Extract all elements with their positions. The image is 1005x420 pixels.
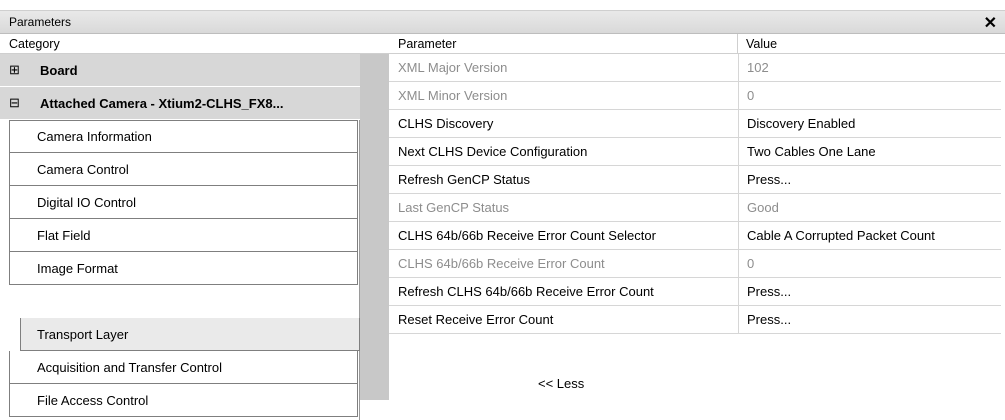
parameter-name: Reset Receive Error Count [398,312,554,327]
parameter-row[interactable]: Refresh CLHS 64b/66b Receive Error Count… [389,278,1001,306]
close-icon[interactable]: ✕ [984,13,997,33]
category-item-label: Digital IO Control [37,194,136,210]
header-divider[interactable] [737,34,738,54]
parameter-value: 0 [747,88,755,103]
category-label: Attached Camera - Xtium2-CLHS_FX8... [40,95,284,111]
parameter-row[interactable]: CLHS 64b/66b Receive Error Count 0 [389,250,1001,278]
category-item-digital-io-control[interactable]: Digital IO Control [9,186,358,219]
category-header-label: Category [9,37,60,51]
parameter-value: Good [747,200,779,215]
parameter-row[interactable]: Next CLHS Device Configuration Two Cables… [389,138,1001,166]
parameter-value: 0 [747,256,755,271]
category-item-acquisition-transfer-control[interactable]: Acquisition and Transfer Control [9,351,358,384]
parameter-row[interactable]: CLHS 64b/66b Receive Error Count Selecto… [389,222,1001,250]
window-title: Parameters [9,15,72,29]
parameter-name: Refresh GenCP Status [398,172,530,187]
parameter-row[interactable]: Reset Receive Error Count Press... [389,306,1001,334]
parameter-row[interactable]: Refresh GenCP Status Press... [389,166,1001,194]
category-item-file-access-control[interactable]: File Access Control [9,384,358,417]
grid-row-gutter [360,54,389,400]
parameter-value[interactable]: Press... [747,284,791,299]
category-item-label: Transport Layer [37,326,129,342]
parameter-row[interactable]: XML Major Version 102 [389,54,1001,82]
parameter-value[interactable]: Press... [747,312,791,327]
parameter-name: XML Major Version [398,60,508,75]
title-bar: Parameters ✕ [0,10,1005,34]
category-item-label: Camera Information [37,129,152,144]
parameter-value[interactable]: Discovery Enabled [747,116,855,131]
category-header: Category [0,34,360,54]
value-header-label[interactable]: Value [746,37,777,51]
category-item-camera-information[interactable]: Camera Information [9,120,358,153]
category-item-flat-field[interactable]: Flat Field [9,219,358,252]
parameter-name: CLHS 64b/66b Receive Error Count [398,256,605,271]
category-item-image-format[interactable]: Image Format [9,252,358,285]
category-item-label: Flat Field [37,227,91,243]
parameter-name: Refresh CLHS 64b/66b Receive Error Count [398,284,654,299]
category-item-transport-layer[interactable]: Transport Layer [20,318,360,351]
category-label: Board [40,62,78,78]
parameter-name: XML Minor Version [398,88,508,103]
parameter-name: CLHS Discovery [398,116,494,131]
category-attached-camera[interactable]: ⊟ Attached Camera - Xtium2-CLHS_FX8... [0,87,360,120]
category-item-label: Camera Control [37,161,129,177]
parameter-row[interactable]: XML Minor Version 0 [389,82,1001,110]
category-panel: ⊞ Board ⊟ Attached Camera - Xtium2-CLHS_… [0,54,360,420]
collapse-icon[interactable]: ⊟ [9,95,22,111]
parameter-name: Next CLHS Device Configuration [398,144,588,159]
parameter-value: 102 [747,60,769,75]
expand-icon[interactable]: ⊞ [9,62,22,78]
category-item-camera-control[interactable]: Camera Control [9,153,358,186]
grid-header: Parameter Value [360,34,1005,54]
parameter-row[interactable]: Last GenCP Status Good [389,194,1001,222]
parameter-grid: XML Major Version 102 XML Minor Version 0 … [389,54,1001,334]
parameter-header-label[interactable]: Parameter [398,37,456,51]
parameter-value[interactable]: Press... [747,172,791,187]
category-item-label: Image Format [37,260,118,276]
parameter-value[interactable]: Cable A Corrupted Packet Count [747,228,935,243]
category-item-label: File Access Control [37,392,149,408]
parameter-row[interactable]: CLHS Discovery Discovery Enabled [389,110,1001,138]
parameter-name: Last GenCP Status [398,200,510,215]
category-item-label: Acquisition and Transfer Control [37,359,222,375]
less-link[interactable]: << Less [538,376,584,391]
parameter-value[interactable]: Two Cables One Lane [747,144,876,159]
category-board[interactable]: ⊞ Board [0,54,360,87]
parameter-name: CLHS 64b/66b Receive Error Count Selecto… [398,228,656,243]
